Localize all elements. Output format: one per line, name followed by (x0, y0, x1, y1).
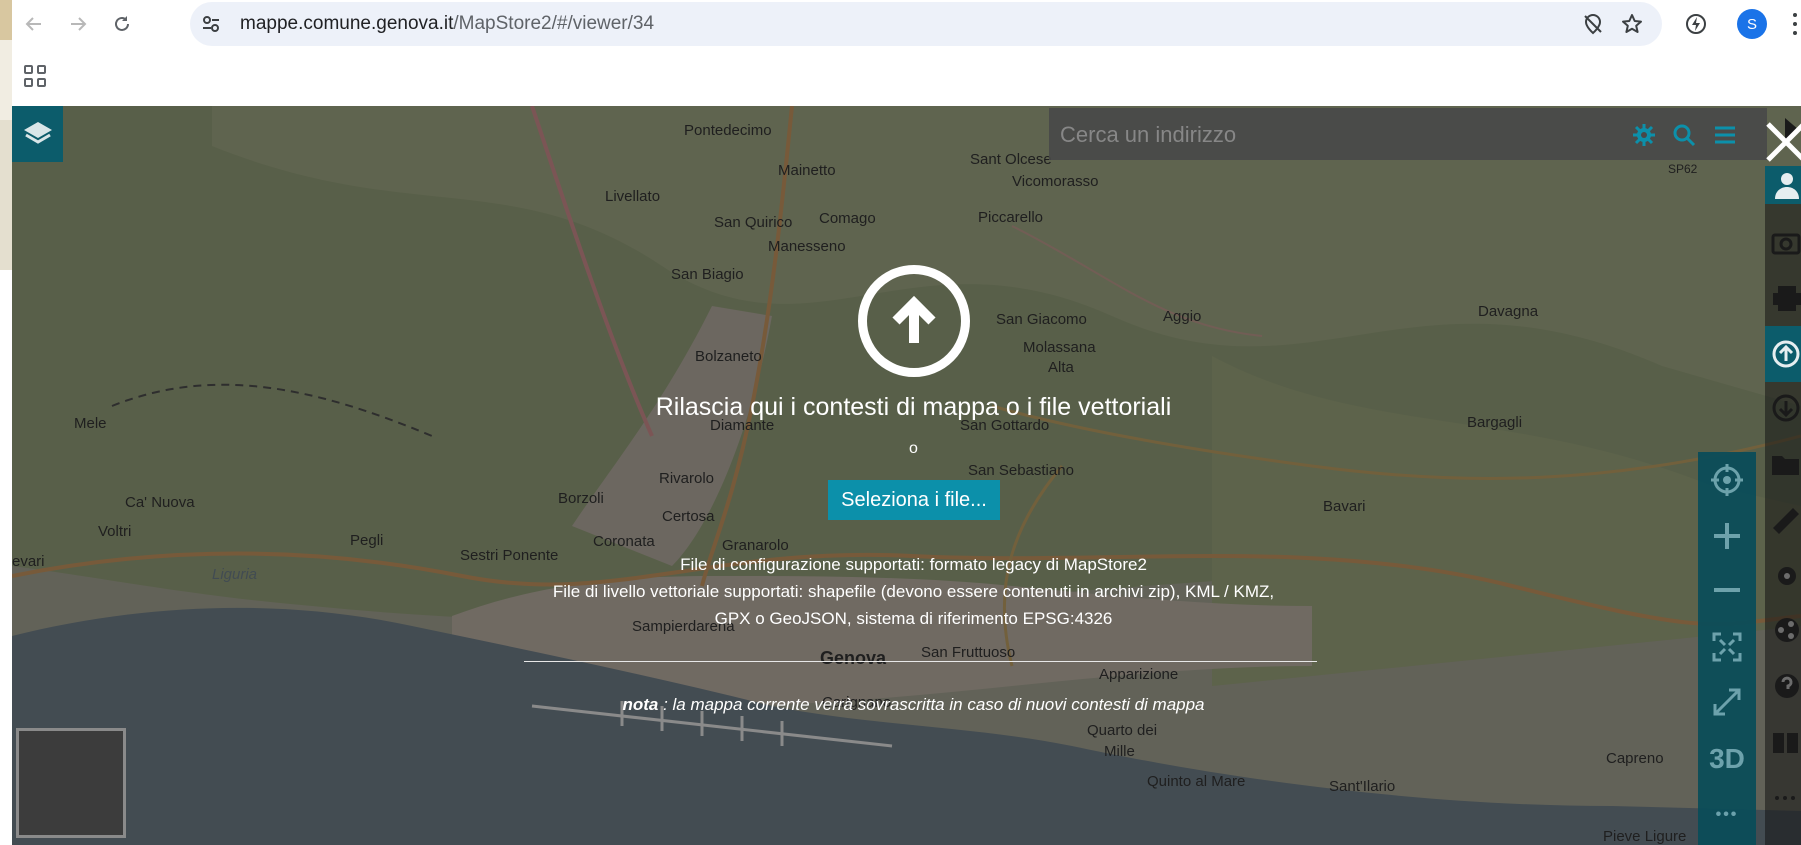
or-separator: o (909, 440, 918, 457)
back-arrow-icon (25, 17, 41, 31)
bookmarks-bar (12, 48, 1801, 106)
config-supported-text: File di configurazione supportati: forma… (680, 555, 1147, 574)
extension-icon[interactable] (1684, 12, 1708, 36)
site-info-icon[interactable] (200, 13, 222, 35)
note-text: : la mappa corrente verrà sovrascritta i… (658, 695, 1205, 714)
vector-supported-text-line2: GPX o GeoJSON, sistema di riferimento EP… (714, 609, 1113, 628)
background-window-strip (0, 0, 12, 845)
url-path: /MapStore2/#/viewer/34 (453, 13, 655, 34)
forward-arrow-icon (71, 17, 87, 31)
note-label: nota (622, 695, 659, 714)
back-button[interactable] (18, 8, 50, 40)
map-viewport[interactable]: Pontedecimo Mainetto Sant Olcese Vicomor… (12, 106, 1801, 845)
location-blocked-icon[interactable] (1581, 12, 1605, 36)
apps-grid-icon[interactable] (24, 65, 46, 87)
reload-icon (115, 16, 129, 31)
browser-toolbar: mappe.comune.genova.it/MapStore2/#/viewe… (12, 0, 1801, 48)
url-text[interactable]: mappe.comune.genova.it/MapStore2/#/viewe… (240, 13, 654, 35)
import-drop-zone[interactable]: Rilascia qui i contesti di mappa o i fil… (12, 106, 1801, 845)
drop-zone-title: Rilascia qui i contesti di mappa o i fil… (655, 393, 1172, 421)
forward-button[interactable] (62, 8, 94, 40)
profile-avatar[interactable]: S (1737, 9, 1767, 39)
page: mappe.comune.genova.it/MapStore2/#/viewe… (0, 0, 1801, 845)
reload-button[interactable] (106, 8, 138, 40)
upload-arrow-icon (858, 265, 970, 377)
overwrite-note: nota : la mappa corrente verrà sovrascri… (12, 695, 1801, 715)
profile-initial: S (1746, 15, 1757, 33)
address-bar[interactable]: mappe.comune.genova.it/MapStore2/#/viewe… (190, 2, 1662, 46)
bookmark-star-icon[interactable] (1620, 12, 1644, 36)
select-files-button[interactable]: Seleziona i file... (828, 480, 1000, 520)
vector-supported-text-line1: File di livello vettoriale supportati: s… (552, 582, 1275, 601)
url-host: mappe.comune.genova.it (240, 13, 454, 34)
divider (524, 661, 1317, 662)
browser-menu-icon[interactable] (1788, 10, 1801, 38)
